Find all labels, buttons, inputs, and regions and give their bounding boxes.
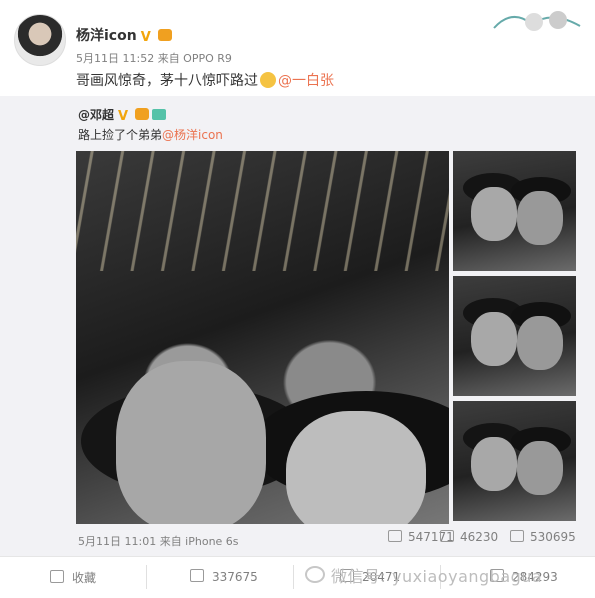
thumbnail-photo-2[interactable] bbox=[453, 276, 576, 396]
post-text-row: 哥画风惊奇，茅十八惊吓路过 @一白张 bbox=[76, 70, 334, 90]
author-name[interactable]: 杨洋icon bbox=[76, 28, 137, 44]
post-meta: 5月11日 11:52 来自 OPPO R9 bbox=[76, 52, 232, 65]
quoted-text: 路上捡了个弟弟 bbox=[78, 128, 163, 142]
crown-icon bbox=[157, 29, 172, 41]
toolbar-separator bbox=[293, 565, 294, 589]
quoted-author-name[interactable]: @邓超 bbox=[78, 108, 114, 122]
post-text: 哥画风惊奇，茅十八惊吓路过 bbox=[76, 73, 258, 89]
quoted-mention-link[interactable]: @杨洋icon bbox=[162, 128, 223, 142]
like-icon bbox=[510, 530, 524, 542]
repost-icon bbox=[190, 569, 204, 582]
verified-v-icon: V bbox=[118, 109, 129, 124]
decoration-badge bbox=[493, 11, 581, 31]
quoted-comment-count[interactable]: 46230 bbox=[440, 530, 498, 544]
crown-icon bbox=[135, 108, 150, 120]
main-photo[interactable] bbox=[76, 151, 449, 524]
verified-v-icon: V bbox=[140, 30, 151, 45]
quoted-meta: 5月11日 11:01 来自 iPhone 6s bbox=[78, 535, 239, 548]
quoted-author-row: @邓超 V bbox=[78, 106, 167, 124]
thumbnail-photo-3[interactable] bbox=[453, 401, 576, 521]
author-avatar[interactable] bbox=[14, 14, 66, 66]
quoted-text-row: 路上捡了个弟弟@杨洋icon bbox=[78, 126, 223, 143]
star-icon bbox=[50, 570, 64, 583]
watermark: 微信号: yuxiaoyangbagua bbox=[305, 563, 542, 587]
favorite-button[interactable]: 收藏 bbox=[50, 569, 96, 586]
thumbnail-photo-1[interactable] bbox=[453, 151, 576, 271]
camera-icon bbox=[152, 109, 167, 120]
repost-button[interactable]: 337675 bbox=[190, 569, 258, 584]
toolbar-separator bbox=[146, 565, 147, 589]
quoted-like-count[interactable]: 530695 bbox=[510, 530, 576, 544]
repost-icon bbox=[388, 530, 402, 542]
author-name-row: 杨洋icon V bbox=[76, 25, 172, 45]
wechat-icon bbox=[305, 566, 325, 583]
comment-icon bbox=[440, 530, 454, 542]
post-mention-link[interactable]: @一白张 bbox=[278, 73, 334, 89]
emoji-icon bbox=[260, 72, 276, 88]
